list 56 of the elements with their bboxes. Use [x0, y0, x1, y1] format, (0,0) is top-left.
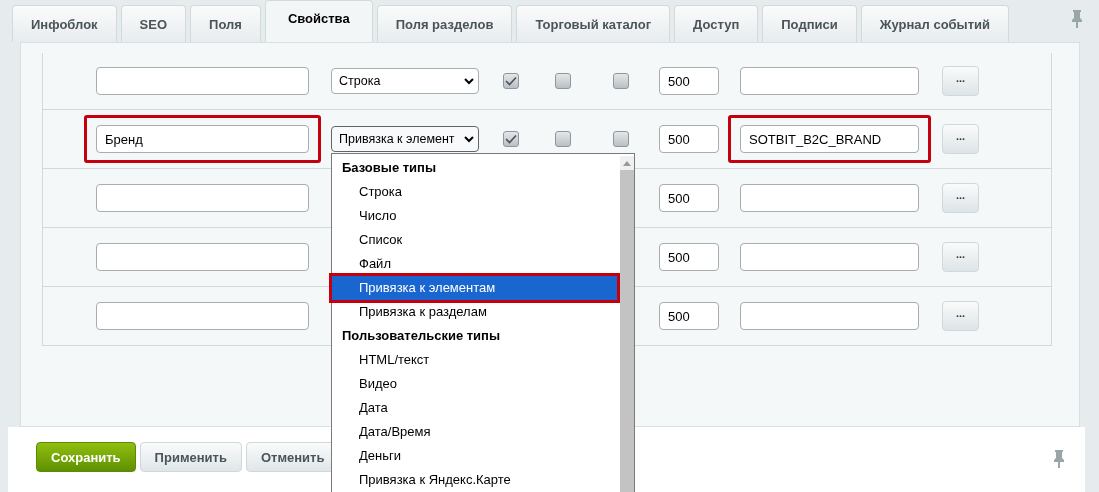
chevron-down-icon [464, 77, 474, 85]
more-button[interactable]: ... [942, 301, 979, 331]
name-input[interactable]: Бренд [96, 125, 309, 153]
checkbox[interactable] [503, 73, 519, 89]
dropdown-option[interactable]: Привязка к разделам [332, 300, 617, 324]
option-group-label: Пользовательские типы [341, 327, 502, 345]
sort-input[interactable]: 500 [659, 184, 719, 212]
checkbox[interactable] [555, 73, 571, 89]
type-select[interactable]: Строка [331, 68, 479, 94]
checkbox[interactable] [613, 73, 629, 89]
tab[interactable]: Подписи [762, 5, 857, 42]
more-button[interactable]: ... [942, 183, 979, 213]
code-input[interactable] [740, 184, 919, 212]
dropdown-option[interactable]: HTML/текст [332, 348, 617, 372]
sort-input[interactable]: 500 [659, 243, 719, 271]
tab[interactable]: Торговый каталог [516, 5, 671, 42]
name-input[interactable] [96, 302, 309, 330]
tab[interactable]: Поля разделов [376, 5, 513, 42]
type-select[interactable]: Привязка к элемент [331, 126, 479, 152]
dropdown-option[interactable]: Строка [332, 180, 617, 204]
name-input[interactable] [96, 67, 309, 95]
checkbox[interactable] [555, 131, 571, 147]
dropdown-option[interactable]: Список [332, 228, 617, 252]
form-button[interactable]: Применить [139, 442, 242, 472]
sort-input[interactable]: 500 [659, 125, 719, 153]
sort-input[interactable]: 500 [659, 67, 719, 95]
pin-icon[interactable] [1071, 9, 1083, 29]
checkbox[interactable] [613, 131, 629, 147]
tab[interactable]: Поля [190, 5, 261, 42]
chevron-down-icon [464, 135, 474, 143]
dropdown-option[interactable]: Видео [332, 372, 617, 396]
more-button[interactable]: ... [942, 124, 979, 154]
dropdown-option[interactable]: Дата [332, 396, 617, 420]
code-input[interactable] [740, 67, 919, 95]
dropdown-option[interactable]: Число [332, 204, 617, 228]
tab[interactable]: Инфоблок [12, 5, 117, 42]
tab[interactable]: Свойства [264, 0, 373, 42]
more-button[interactable]: ... [942, 242, 979, 272]
name-input[interactable] [96, 243, 309, 271]
scrollbar[interactable] [620, 156, 634, 492]
code-input[interactable] [740, 302, 919, 330]
checkbox[interactable] [503, 131, 519, 147]
code-input[interactable]: SOTBIT_B2C_BRAND [740, 125, 919, 153]
scroll-up-icon[interactable] [623, 160, 631, 166]
tab[interactable]: Доступ [674, 5, 759, 42]
tab[interactable]: SEO [120, 5, 187, 42]
sort-input[interactable]: 500 [659, 302, 719, 330]
dropdown-option[interactable]: Привязка к элементам [332, 276, 617, 300]
name-input[interactable] [96, 184, 309, 212]
option-group-label: Базовые типы [341, 159, 438, 177]
code-input[interactable] [740, 243, 919, 271]
more-button[interactable]: ... [942, 66, 979, 96]
dropdown-option[interactable]: Файл [332, 252, 617, 276]
dropdown-option[interactable]: Дата/Время [332, 420, 617, 444]
tab[interactable]: Журнал событий [860, 5, 1010, 42]
pin-icon[interactable] [1053, 449, 1065, 469]
